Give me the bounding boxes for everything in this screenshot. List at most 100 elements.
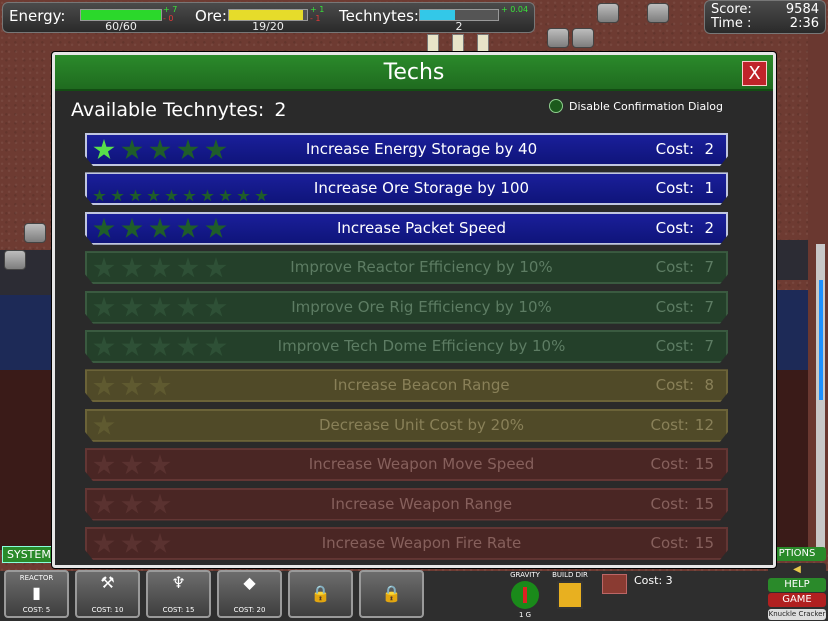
disable-confirmation-label: Disable Confirmation Dialog	[569, 99, 723, 113]
map-scrollbar[interactable]	[808, 34, 828, 554]
ore-rig-icon: ⚒	[100, 573, 115, 592]
scrollbar-thumb[interactable]	[819, 280, 823, 400]
star-icon	[93, 494, 115, 516]
star-icon	[147, 189, 160, 202]
star-icon	[149, 257, 171, 279]
rock	[572, 28, 594, 48]
star-icon	[149, 139, 171, 161]
tech-level-stars	[93, 336, 227, 358]
tech-level-stars	[93, 454, 171, 476]
tech-cost: Cost: 7	[656, 332, 714, 361]
build-dir-label: BUILD DIR	[552, 571, 588, 579]
star-icon	[219, 189, 232, 202]
tech-name: Increase Weapon Range	[330, 494, 513, 513]
tech-name: Improve Ore Rig Efficiency by 10%	[291, 297, 552, 316]
star-icon	[149, 297, 171, 319]
score-value: 9584	[785, 2, 819, 17]
star-icon	[205, 297, 227, 319]
tech-list: Increase Energy Storage by 40 Cost: 2 Incre…	[85, 133, 728, 566]
technytes-rate: + 0.04	[501, 5, 529, 14]
tech-cost: Cost: 15	[651, 450, 715, 479]
gravity-label: GRAVITY	[510, 571, 540, 579]
systems-tab[interactable]: SYSTEM	[2, 546, 56, 563]
star-icon	[121, 375, 143, 397]
game-button[interactable]: GAME	[768, 593, 826, 607]
tech-cost: Cost: 12	[651, 411, 715, 440]
tech-level-stars	[93, 218, 227, 240]
rock	[24, 223, 46, 243]
reactor-building[interactable]	[427, 34, 439, 52]
tech-cost-value: 7	[704, 336, 714, 355]
star-icon	[93, 533, 115, 555]
tech-level-stars	[93, 375, 171, 397]
tech-level-stars	[93, 415, 115, 437]
tech-name: Increase Energy Storage by 40	[305, 140, 538, 158]
tech-cost-value: 7	[704, 297, 714, 316]
dialog-title: Techs	[55, 55, 773, 91]
star-icon	[121, 454, 143, 476]
build-slot[interactable]: ◆ COST: 20	[217, 570, 282, 618]
tech-row[interactable]: Increase Packet Speed Cost: 2	[85, 212, 728, 245]
tech-row[interactable]: Increase Ore Storage by 100 Cost: 1	[85, 172, 728, 205]
star-icon	[165, 189, 178, 202]
ground-icon[interactable]	[602, 574, 627, 594]
checkbox-icon[interactable]	[549, 99, 563, 113]
sound-icon[interactable]: ◀	[768, 563, 826, 577]
tech-level-stars	[93, 533, 171, 555]
tech-cost-label: Cost:	[655, 297, 694, 316]
star-icon	[205, 336, 227, 358]
close-button[interactable]: X	[742, 61, 767, 86]
star-icon	[177, 297, 199, 319]
reactor-building[interactable]	[452, 34, 464, 52]
tech-name: Increase Packet Speed	[336, 218, 507, 237]
game-screen: Energy: 60/60 + 7 - 0 Ore: 19/20 + 1 - 1…	[0, 0, 828, 621]
scrollbar-track[interactable]	[816, 244, 825, 554]
star-icon	[121, 494, 143, 516]
tech-row: Increase Weapon Range Cost: 15	[85, 488, 728, 521]
star-icon	[121, 533, 143, 555]
build-slot[interactable]: ♆ COST: 15	[146, 570, 211, 618]
tech-level-stars	[93, 139, 227, 161]
build-slot[interactable]: ⚒ COST: 10	[75, 570, 140, 618]
tech-row: Improve Tech Dome Efficiency by 10% Cost:…	[85, 330, 728, 363]
help-button[interactable]: HELP	[768, 578, 826, 592]
tech-cost: Cost: 15	[651, 529, 715, 558]
build-slot[interactable]: 🔒	[288, 570, 353, 618]
star-icon	[93, 375, 115, 397]
ore-value: 19/20	[252, 20, 284, 33]
score-label: Score:	[711, 2, 752, 17]
tech-level-stars	[93, 257, 227, 279]
tech-cost-label: Cost:	[650, 415, 689, 434]
star-icon	[93, 218, 115, 240]
build-slot[interactable]: REACTOR ▮ COST: 5	[4, 570, 69, 618]
rock	[4, 250, 26, 270]
tech-row[interactable]: Increase Energy Storage by 40 Cost: 2	[85, 133, 728, 166]
build-slot-cost: COST: 5	[22, 606, 51, 614]
energy-label: Energy:	[9, 7, 66, 25]
terrain-deep	[0, 370, 52, 550]
tech-cost-label: Cost:	[655, 336, 694, 355]
star-icon	[177, 218, 199, 240]
tech-cost-value: 15	[694, 494, 714, 513]
gravity-control[interactable]: GRAVITY 1 G	[503, 571, 547, 621]
gravity-dial-icon[interactable]	[511, 581, 539, 609]
energy-rate-plus: + 7	[163, 5, 178, 14]
technytes-value: 2	[455, 20, 463, 33]
lock-icon: 🔒	[381, 584, 402, 603]
star-icon	[177, 257, 199, 279]
tech-cost: Cost: 8	[656, 371, 714, 400]
rock	[547, 28, 569, 48]
reactor-icon: ▮	[32, 583, 41, 602]
build-slot-cost: COST: 20	[233, 606, 266, 614]
tech-row: Increase Weapon Move Speed Cost: 15	[85, 448, 728, 481]
options-tab[interactable]: PTIONS	[768, 547, 826, 561]
disable-confirmation-toggle[interactable]: Disable Confirmation Dialog	[549, 99, 723, 113]
ore-rate-plus: + 1	[310, 5, 325, 14]
credit-logo[interactable]: Knuckle Cracker	[768, 609, 826, 620]
build-dir-icon[interactable]	[557, 581, 583, 609]
star-icon	[149, 494, 171, 516]
build-dir-control[interactable]: BUILD DIR	[548, 571, 592, 621]
build-slot[interactable]: 🔒	[359, 570, 424, 618]
reactor-building[interactable]	[477, 34, 489, 52]
star-icon	[177, 336, 199, 358]
